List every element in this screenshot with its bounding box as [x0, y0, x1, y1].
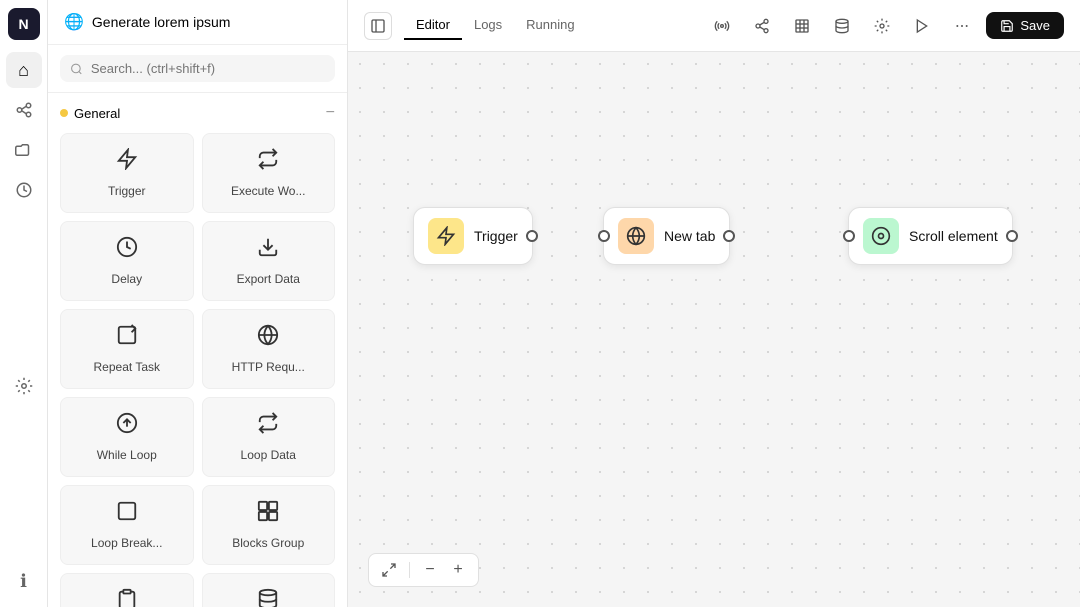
tab-logs[interactable]: Logs: [462, 11, 514, 40]
table-btn[interactable]: [786, 10, 818, 42]
sidebar-items-list: General − Trigger E: [48, 93, 347, 607]
tab-running[interactable]: Running: [514, 11, 586, 40]
execute-workflow-label: Execute Wo...: [231, 184, 305, 198]
item-execute-workflow[interactable]: Execute Wo...: [202, 133, 336, 213]
canvas-background: [348, 52, 1080, 607]
while-loop-label: While Loop: [97, 448, 157, 462]
broadcast-btn[interactable]: [706, 10, 738, 42]
loop-break-icon: [116, 500, 138, 528]
zoom-out-btn[interactable]: −: [418, 558, 442, 582]
http-request-label: HTTP Requ...: [232, 360, 305, 374]
export-data-icon: [257, 236, 279, 264]
workflow-globe-icon: 🌐: [64, 12, 84, 32]
node-scroll-element[interactable]: Scroll element: [848, 207, 1013, 265]
workflow-canvas[interactable]: Trigger New tab: [348, 52, 1080, 607]
nav-home[interactable]: ⌂: [6, 52, 42, 88]
delay-icon: [116, 236, 138, 264]
trigger-icon: [116, 148, 138, 176]
node-new-tab[interactable]: New tab: [603, 207, 730, 265]
settings-btn[interactable]: [866, 10, 898, 42]
trigger-node-icon: [428, 218, 464, 254]
execute-workflow-icon: [257, 148, 279, 176]
tab-editor[interactable]: Editor: [404, 11, 462, 40]
new-tab-output-port[interactable]: [723, 230, 735, 242]
search-input[interactable]: [91, 61, 325, 76]
loop-break-label: Loop Break...: [91, 536, 162, 550]
node-trigger[interactable]: Trigger: [413, 207, 533, 265]
new-tab-node-label: New tab: [664, 228, 715, 244]
workflow-title-text: Generate lorem ipsum: [92, 14, 231, 30]
topbar-action-buttons: Save: [706, 10, 1064, 42]
general-section-header: General −: [60, 101, 335, 125]
topbar: Editor Logs Running: [348, 0, 1080, 52]
items-grid: Trigger Execute Wo... Delay: [60, 133, 335, 607]
topbar-tabs: Editor Logs Running: [404, 11, 587, 40]
trigger-label: Trigger: [108, 184, 146, 198]
nav-workflow[interactable]: [6, 92, 42, 128]
blocks-group-label: Blocks Group: [232, 536, 304, 550]
loop-data-label: Loop Data: [241, 448, 296, 462]
search-icon: [70, 62, 83, 76]
panel-toggle-btn[interactable]: [364, 12, 392, 40]
zoom-controls: − +: [368, 553, 479, 587]
sidebar-panel: 🌐 Generate lorem ipsum General −: [48, 0, 348, 607]
section-label: General: [74, 106, 120, 121]
export-data-label: Export Data: [237, 272, 300, 286]
zoom-divider: [409, 562, 410, 578]
zoom-in-btn[interactable]: +: [446, 558, 470, 582]
item-repeat-task[interactable]: Repeat Task: [60, 309, 194, 389]
left-navigation: N ⌂ ℹ: [0, 0, 48, 607]
scroll-element-input-port[interactable]: [843, 230, 855, 242]
item-loop-break[interactable]: Loop Break...: [60, 485, 194, 565]
section-collapse-btn[interactable]: −: [326, 105, 335, 121]
app-logo[interactable]: N: [8, 8, 40, 40]
fullscreen-btn[interactable]: [377, 558, 401, 582]
sidebar-search-area: [48, 45, 347, 93]
nav-folder[interactable]: [6, 132, 42, 168]
loop-data-icon: [257, 412, 279, 440]
scroll-element-node-label: Scroll element: [909, 228, 998, 244]
insert-data-icon: [257, 588, 279, 607]
share-btn[interactable]: [746, 10, 778, 42]
item-export-data[interactable]: Export Data: [202, 221, 336, 301]
item-insert-data[interactable]: Insert Data: [202, 573, 336, 607]
item-clipboard[interactable]: Clipboard: [60, 573, 194, 607]
item-while-loop[interactable]: While Loop: [60, 397, 194, 477]
item-blocks-group[interactable]: Blocks Group: [202, 485, 336, 565]
http-request-icon: [257, 324, 279, 352]
scroll-element-node-icon: [863, 218, 899, 254]
nav-settings[interactable]: [6, 368, 42, 404]
delay-label: Delay: [111, 272, 142, 286]
clipboard-icon: [116, 588, 138, 607]
while-loop-icon: [116, 412, 138, 440]
blocks-group-icon: [257, 500, 279, 528]
nav-info[interactable]: ℹ: [6, 563, 42, 599]
main-content: Editor Logs Running: [348, 0, 1080, 607]
save-label: Save: [1020, 18, 1050, 33]
item-http-request[interactable]: HTTP Requ...: [202, 309, 336, 389]
sidebar-workflow-title[interactable]: 🌐 Generate lorem ipsum: [48, 0, 347, 45]
item-loop-data[interactable]: Loop Data: [202, 397, 336, 477]
database-btn[interactable]: [826, 10, 858, 42]
more-options-btn[interactable]: [946, 10, 978, 42]
item-delay[interactable]: Delay: [60, 221, 194, 301]
save-button[interactable]: Save: [986, 12, 1064, 39]
item-trigger[interactable]: Trigger: [60, 133, 194, 213]
trigger-node-label: Trigger: [474, 228, 518, 244]
save-icon: [1000, 19, 1014, 33]
nav-history[interactable]: [6, 172, 42, 208]
trigger-output-port[interactable]: [526, 230, 538, 242]
new-tab-node-icon: [618, 218, 654, 254]
new-tab-input-port[interactable]: [598, 230, 610, 242]
scroll-element-output-port[interactable]: [1006, 230, 1018, 242]
section-dot: [60, 109, 68, 117]
repeat-task-icon: [116, 324, 138, 352]
play-btn[interactable]: [906, 10, 938, 42]
repeat-task-label: Repeat Task: [94, 360, 161, 374]
